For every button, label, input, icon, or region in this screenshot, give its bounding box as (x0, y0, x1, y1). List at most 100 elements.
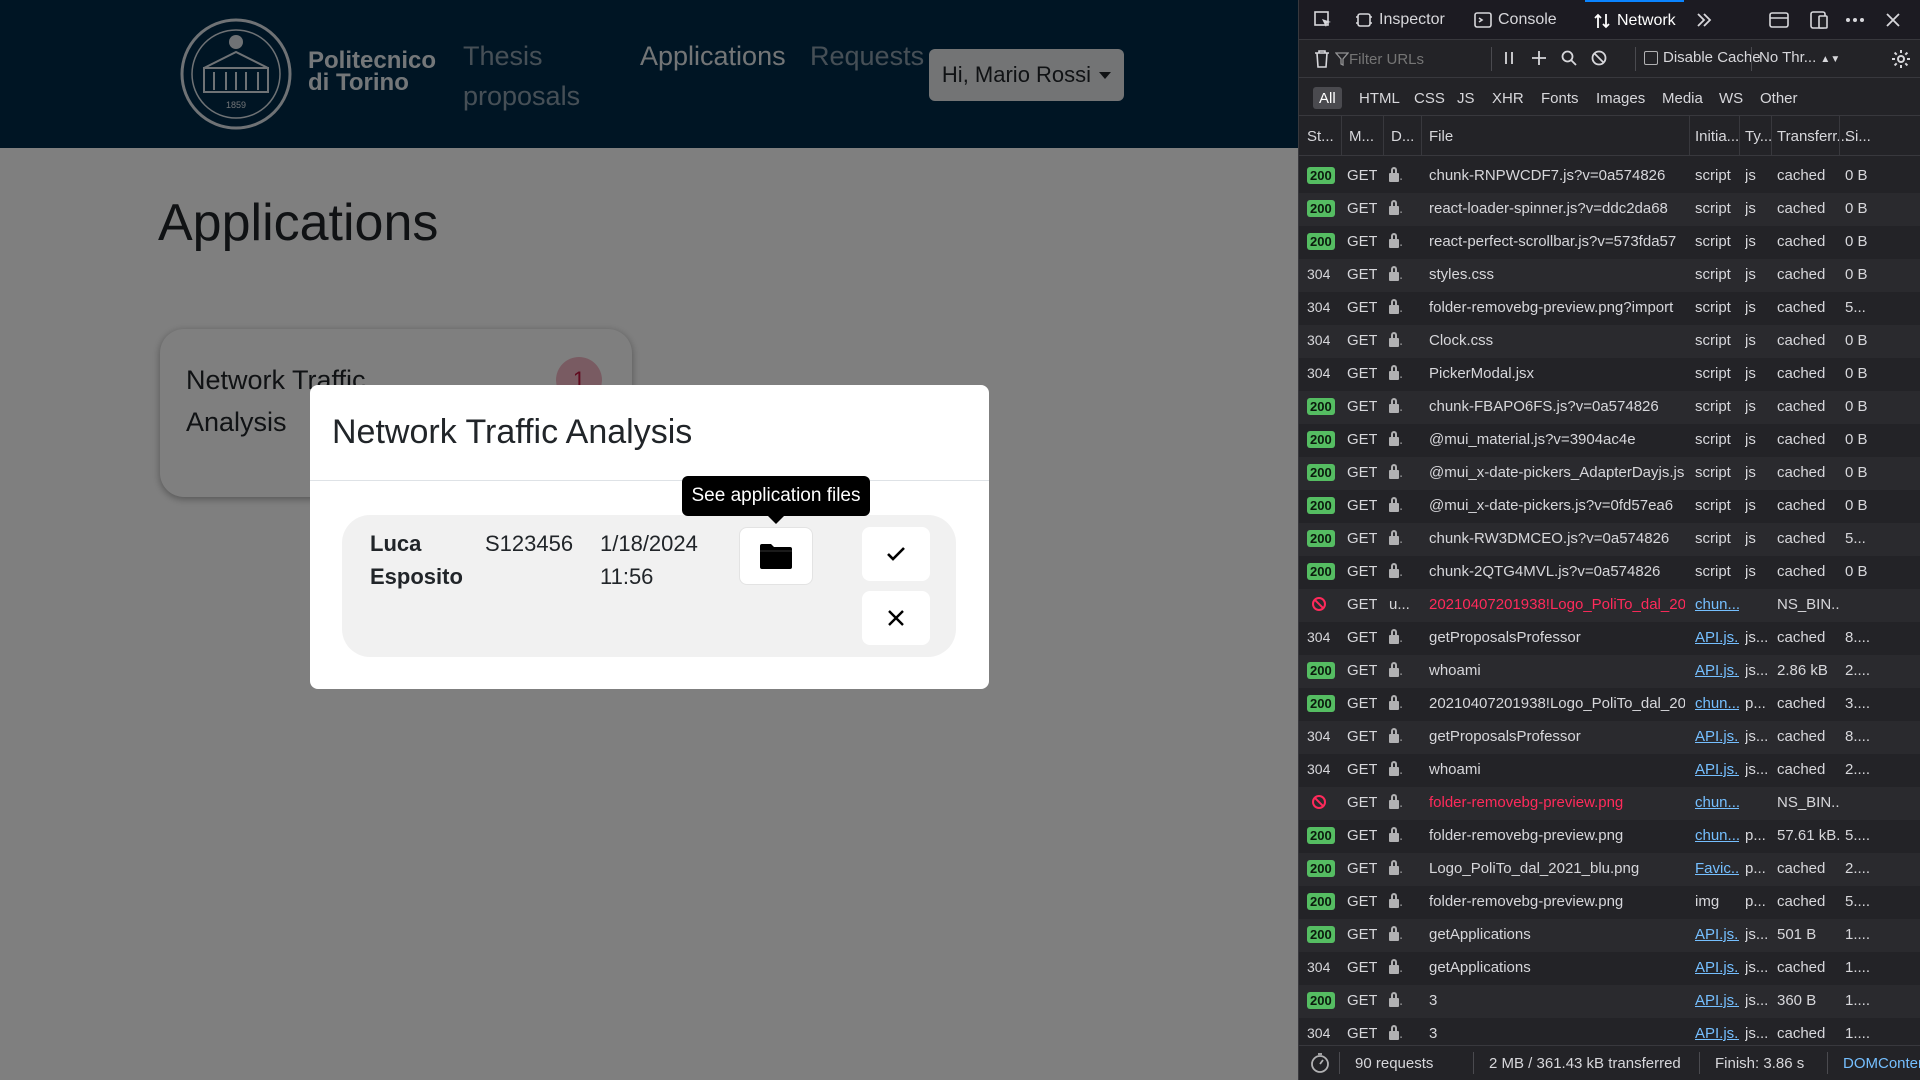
request-row[interactable]: 200 GET. whoami API.js... js... 2.86 kB 2.... (1299, 655, 1920, 688)
toggle-split-console-button[interactable] (1769, 0, 1789, 40)
dock-side-button[interactable] (1809, 0, 1829, 40)
request-row[interactable]: 304 GET. getProposalsProfessor API.js... js.… (1299, 622, 1920, 655)
request-row[interactable]: 304 GET. styles.css script js cached 0 B (1299, 259, 1920, 292)
performance-button[interactable] (1309, 1052, 1331, 1078)
finish-time: Finish: 3.86 s (1715, 1055, 1805, 1072)
request-row[interactable]: 200 GET. @mui_material.js?v=3904ac4e script… (1299, 424, 1920, 457)
request-row[interactable]: 304 GET. getApplications API.js... js... cach… (1299, 952, 1920, 985)
request-row[interactable]: 304 GET. whoami API.js... js... cached 2.... (1299, 754, 1920, 787)
accept-application-button[interactable] (862, 527, 930, 581)
clear-log-button[interactable] (1313, 49, 1331, 73)
request-row[interactable]: 200 GET. 20210407201938!Logo_PoliTo_dal_20… (1299, 688, 1920, 721)
filter-other[interactable]: Other (1754, 87, 1804, 109)
request-row[interactable]: 200 GET. Logo_PoliTo_dal_2021_blu.png Favic… (1299, 853, 1920, 886)
new-request-button[interactable] (1531, 50, 1547, 70)
request-row[interactable]: 304 GET. getProposalsProfessor API.js... js.… (1299, 721, 1920, 754)
request-transferred: cached (1777, 530, 1826, 547)
status-badge: 200 (1307, 563, 1335, 580)
request-row[interactable]: 200 GET. folder-removebg-preview.png chun..… (1299, 820, 1920, 853)
request-initiator[interactable]: API.js... (1695, 959, 1739, 976)
more-options-button[interactable] (1845, 0, 1865, 40)
request-row[interactable]: 200 GET. react-perfect-scrollbar.js?v=573f… (1299, 226, 1920, 259)
filter-fonts[interactable]: Fonts (1535, 87, 1585, 109)
filter-js[interactable]: JS (1451, 87, 1481, 109)
request-row[interactable]: 304 GET. PickerModal.jsx script js cached 0 B (1299, 358, 1920, 391)
filter-css[interactable]: CSS (1408, 87, 1451, 109)
throttling-select[interactable]: No Thr... ▲▼ (1759, 49, 1840, 66)
network-settings-button[interactable] (1891, 49, 1911, 73)
tab-console[interactable]: Console (1474, 0, 1557, 40)
request-type: js (1745, 200, 1756, 217)
request-initiator[interactable]: chun... (1695, 695, 1739, 712)
request-transferred: cached (1777, 959, 1826, 976)
request-row[interactable]: 200 GET. react-loader-spinner.js?v=ddc2da6… (1299, 193, 1920, 226)
request-initiator[interactable]: chun... (1695, 596, 1739, 613)
request-transferred: NS_BIN... (1777, 794, 1839, 811)
more-tabs-button[interactable] (1695, 0, 1713, 40)
column-initiator[interactable]: Initia... (1695, 128, 1739, 145)
request-initiator[interactable]: API.js... (1695, 728, 1739, 745)
request-row[interactable]: 200 GET. @mui_x-date-pickers_AdapterDayjs.… (1299, 457, 1920, 490)
filter-images[interactable]: Images (1590, 87, 1651, 109)
blocked-icon (1307, 794, 1337, 814)
request-initiator[interactable]: chun... (1695, 794, 1739, 811)
reject-application-button[interactable] (862, 591, 930, 645)
filter-urls-input[interactable] (1349, 46, 1479, 72)
column-divider[interactable] (1739, 116, 1740, 156)
request-type: js (1745, 497, 1756, 514)
request-row[interactable]: 200 GET. getApplications API.js... js... 501 … (1299, 919, 1920, 952)
request-method: GET (1347, 860, 1377, 877)
filter-ws[interactable]: WS (1713, 87, 1749, 109)
request-row[interactable]: 304 GET. folder-removebg-preview.png?impor… (1299, 292, 1920, 325)
see-files-button[interactable] (739, 527, 813, 585)
filter-xhr[interactable]: XHR (1486, 87, 1530, 109)
request-row[interactable]: 200 GET. chunk-FBAPO6FS.js?v=0a574826 scrip… (1299, 391, 1920, 424)
request-initiator[interactable]: API.js... (1695, 992, 1739, 1009)
request-method: GET (1347, 167, 1377, 184)
request-initiator[interactable]: Favic... (1695, 860, 1739, 877)
column-divider[interactable] (1383, 116, 1384, 156)
request-method: GET (1347, 365, 1377, 382)
column-divider[interactable] (1839, 116, 1840, 156)
request-initiator[interactable]: API.js... (1695, 1025, 1739, 1042)
tab-network[interactable]: Network (1585, 0, 1684, 40)
pause-recording-button[interactable] (1502, 50, 1516, 70)
request-row[interactable]: 200 GET. chunk-RW3DMCEO.js?v=0a574826 scrip… (1299, 523, 1920, 556)
request-row[interactable]: 200 GET. @mui_x-date-pickers.js?v=0fd57ea6… (1299, 490, 1920, 523)
request-initiator[interactable]: chun... (1695, 827, 1739, 844)
request-initiator[interactable]: API.js... (1695, 662, 1739, 679)
column-divider[interactable] (1689, 116, 1690, 156)
lock-icon: . (1389, 365, 1413, 382)
request-row[interactable]: 200 GET. chunk-RNPWCDF7.js?v=0a574826 scrip… (1299, 160, 1920, 193)
search-button[interactable] (1561, 50, 1577, 70)
filter-html[interactable]: HTML (1353, 87, 1406, 109)
column-domain[interactable]: D... (1391, 128, 1414, 145)
request-transferred: cached (1777, 761, 1826, 778)
request-row[interactable]: GET u... 20210407201938!Logo_PoliTo_dal_20… (1299, 589, 1920, 622)
column-status[interactable]: St... (1307, 128, 1334, 145)
request-row[interactable]: 200 GET. folder-removebg-preview.png img p..… (1299, 886, 1920, 919)
element-picker-button[interactable] (1313, 0, 1333, 40)
request-size: 0 B (1845, 464, 1868, 481)
column-divider[interactable] (1421, 116, 1422, 156)
request-initiator[interactable]: API.js... (1695, 761, 1739, 778)
block-requests-button[interactable] (1591, 50, 1607, 70)
request-initiator[interactable]: API.js... (1695, 629, 1739, 646)
column-size[interactable]: Si... (1845, 128, 1871, 145)
column-file[interactable]: File (1429, 128, 1453, 145)
column-divider[interactable] (1771, 116, 1772, 156)
request-row[interactable]: 200 GET. chunk-2QTG4MVL.js?v=0a574826 scrip… (1299, 556, 1920, 589)
request-row[interactable]: GET. folder-removebg-preview.png chun... NS… (1299, 787, 1920, 820)
filter-media[interactable]: Media (1656, 87, 1709, 109)
tab-inspector[interactable]: Inspector (1355, 0, 1445, 40)
request-row[interactable]: 200 GET. 3 API.js... js... 360 B 1.... (1299, 985, 1920, 1018)
application-modal: Network Traffic Analysis Luca Esposito S… (310, 385, 989, 689)
close-devtools-button[interactable] (1885, 0, 1901, 40)
column-method[interactable]: M... (1349, 128, 1374, 145)
column-divider[interactable] (1341, 116, 1342, 156)
disable-cache-checkbox[interactable]: Disable Cache (1644, 49, 1761, 66)
column-type[interactable]: Ty... (1745, 128, 1772, 145)
request-row[interactable]: 304 GET. Clock.css script js cached 0 B (1299, 325, 1920, 358)
request-initiator[interactable]: API.js... (1695, 926, 1739, 943)
filter-all[interactable]: All (1313, 87, 1342, 109)
